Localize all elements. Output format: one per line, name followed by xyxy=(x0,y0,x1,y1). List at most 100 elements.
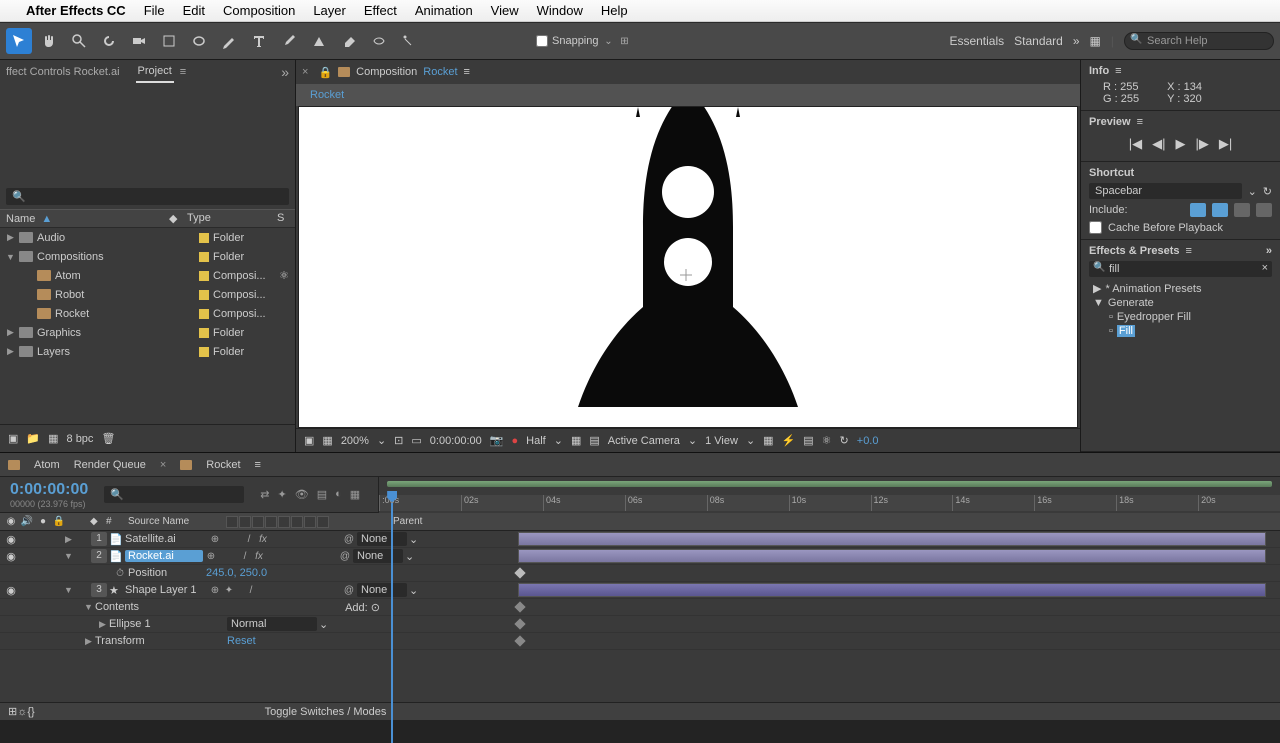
menu-animation[interactable]: Animation xyxy=(415,3,473,18)
comp-tab-name[interactable]: Rocket xyxy=(423,66,457,78)
eraser-tool[interactable] xyxy=(336,28,362,54)
parent-dropdown[interactable]: None xyxy=(353,549,403,563)
project-row-rocket[interactable]: Rocket Composi... xyxy=(0,304,295,323)
reset-icon[interactable]: ↻ xyxy=(1263,185,1272,198)
reset-link[interactable]: Reset xyxy=(227,635,256,647)
selection-tool[interactable] xyxy=(6,28,32,54)
graph-editor-icon[interactable]: ▦ xyxy=(350,488,360,501)
pen-tool[interactable] xyxy=(216,28,242,54)
layer-bar[interactable] xyxy=(518,549,1266,563)
property-row-ellipse[interactable]: ▶ Ellipse 1 Normal⌄ xyxy=(0,616,1280,633)
timeline-tab-renderqueue[interactable]: Render Queue xyxy=(74,459,146,471)
effects-tree-row[interactable]: ▶* Animation Presets xyxy=(1089,281,1272,296)
twirl-icon[interactable]: ▶ xyxy=(84,636,93,647)
snap-option-icon[interactable]: ⊞ xyxy=(619,35,631,47)
grid-icon[interactable]: ▦ xyxy=(571,434,581,447)
include-overlays-icon[interactable] xyxy=(1234,203,1250,217)
clone-tool[interactable] xyxy=(306,28,332,54)
timeline-tab-atom[interactable]: Atom xyxy=(34,459,60,471)
pixel-aspect-icon[interactable]: ▦ xyxy=(763,434,773,447)
effects-tree-item[interactable]: ▫Fill xyxy=(1089,324,1272,338)
tl-footer-icon[interactable]: {} xyxy=(27,706,34,718)
transparency-grid-icon[interactable]: ▦ xyxy=(322,434,332,447)
shape-tool[interactable] xyxy=(186,28,212,54)
layer-name[interactable]: Shape Layer 1 xyxy=(125,584,207,596)
twirl-icon[interactable]: ▼ xyxy=(6,252,15,262)
lock-icon[interactable]: 🔒 xyxy=(318,66,332,79)
resolution-icon[interactable]: ⊡ xyxy=(394,434,403,447)
include-audio-icon[interactable] xyxy=(1212,203,1228,217)
label-col[interactable]: ◆ xyxy=(90,516,104,527)
project-row-robot[interactable]: Robot Composi... xyxy=(0,285,295,304)
project-row-audio[interactable]: ▶Audio Folder xyxy=(0,228,295,247)
toggle-switches-button[interactable]: Toggle Switches / Modes xyxy=(265,706,387,718)
menu-effect[interactable]: Effect xyxy=(364,3,397,18)
first-frame-icon[interactable]: |◀ xyxy=(1129,136,1142,152)
project-row-atom[interactable]: Atom Composi...⚛ xyxy=(0,266,295,285)
menu-app[interactable]: After Effects CC xyxy=(26,3,126,18)
clear-search-icon[interactable]: × xyxy=(1262,262,1268,274)
views-value[interactable]: 1 View xyxy=(705,435,738,447)
label-col-icon[interactable]: ◆ xyxy=(169,212,187,225)
menu-view[interactable]: View xyxy=(491,3,519,18)
solo-col-icon[interactable]: ● xyxy=(36,516,50,527)
rotate-tool[interactable] xyxy=(96,28,122,54)
menu-layer[interactable]: Layer xyxy=(313,3,346,18)
lock-col-icon[interactable]: 🔒 xyxy=(52,516,66,527)
num-col[interactable]: # xyxy=(106,516,122,527)
property-row-position[interactable]: ⏱ Position 245.0, 250.0 xyxy=(0,565,1280,582)
roto-tool[interactable] xyxy=(366,28,392,54)
camera-value[interactable]: Active Camera xyxy=(608,435,680,447)
include-loop-icon[interactable] xyxy=(1256,203,1272,217)
twirl-icon[interactable]: ▶ xyxy=(6,346,15,357)
col-name[interactable]: Name xyxy=(6,213,35,225)
shortcut-field[interactable]: Spacebar xyxy=(1089,183,1242,199)
resolution-value[interactable]: Half xyxy=(526,435,546,447)
audio-col-icon[interactable]: 🔊 xyxy=(20,516,34,527)
keyframe-nav[interactable] xyxy=(514,601,525,612)
effects-search-input[interactable]: fill × xyxy=(1089,261,1272,277)
flowchart-icon[interactable]: ⚛ xyxy=(279,269,289,282)
layer-name[interactable]: Satellite.ai xyxy=(125,533,207,545)
close-tab-icon[interactable]: × xyxy=(302,66,308,78)
shy-icon[interactable]: 👁 xyxy=(295,488,309,501)
layer-bar[interactable] xyxy=(518,583,1266,597)
source-name-col[interactable]: Source Name xyxy=(124,516,220,527)
panel-overflow-icon[interactable]: » xyxy=(1266,245,1272,257)
blend-mode-dropdown[interactable]: Normal xyxy=(227,617,317,631)
chevron-down-icon[interactable]: ⌄ xyxy=(603,35,615,47)
video-col-icon[interactable]: ◉ xyxy=(4,516,18,527)
guide-icon[interactable]: ▤ xyxy=(589,434,599,447)
close-tab-icon[interactable]: × xyxy=(160,459,166,471)
video-toggle[interactable]: ◉ xyxy=(4,533,18,546)
roi-icon[interactable]: ▭ xyxy=(411,434,421,447)
prev-frame-icon[interactable]: ◀| xyxy=(1152,136,1165,152)
col-type[interactable]: Type xyxy=(187,212,277,225)
stopwatch-icon[interactable]: ⏱ xyxy=(114,567,126,579)
interpret-icon[interactable]: ▣ xyxy=(8,432,18,445)
twirl-icon[interactable]: ▶ xyxy=(98,619,107,630)
pan-behind-tool[interactable] xyxy=(156,28,182,54)
project-tab[interactable]: Project xyxy=(136,61,174,83)
draft3d-icon[interactable]: ✦ xyxy=(278,488,287,501)
playhead[interactable] xyxy=(385,477,399,513)
effects-tree-item[interactable]: ▫Eyedropper Fill xyxy=(1089,310,1272,324)
layer-row-rocket[interactable]: ◉ ▼ 2 📄 Rocket.ai ⊕/fx @ None⌄ xyxy=(0,548,1280,565)
puppet-tool[interactable] xyxy=(396,28,422,54)
time-ruler[interactable]: :00s 02s 04s 06s 08s 10s 12s 14s 16s 18s… xyxy=(378,477,1280,513)
channel-icon[interactable]: ● xyxy=(512,435,519,447)
workspace-grid-icon[interactable]: ▦ xyxy=(1090,34,1101,48)
video-toggle[interactable]: ◉ xyxy=(4,550,18,563)
snapshot-icon[interactable]: 📷 xyxy=(490,434,504,447)
parent-col[interactable]: Parent xyxy=(393,516,422,527)
comp-mini-flowchart-icon[interactable]: ⇄ xyxy=(260,488,269,501)
composition-viewer[interactable] xyxy=(298,106,1078,428)
frame-blend-icon[interactable]: ▤ xyxy=(317,488,327,501)
twirl-icon[interactable]: ▼ xyxy=(64,551,73,561)
play-icon[interactable]: ▶ xyxy=(1176,136,1186,152)
twirl-icon[interactable]: ▶ xyxy=(6,327,15,338)
project-row-compositions[interactable]: ▼Compositions Folder xyxy=(0,247,295,266)
panel-menu-icon[interactable]: ≡ xyxy=(180,66,186,78)
project-row-layers[interactable]: ▶Layers Folder xyxy=(0,342,295,361)
exposure-value[interactable]: +0.0 xyxy=(857,435,879,447)
